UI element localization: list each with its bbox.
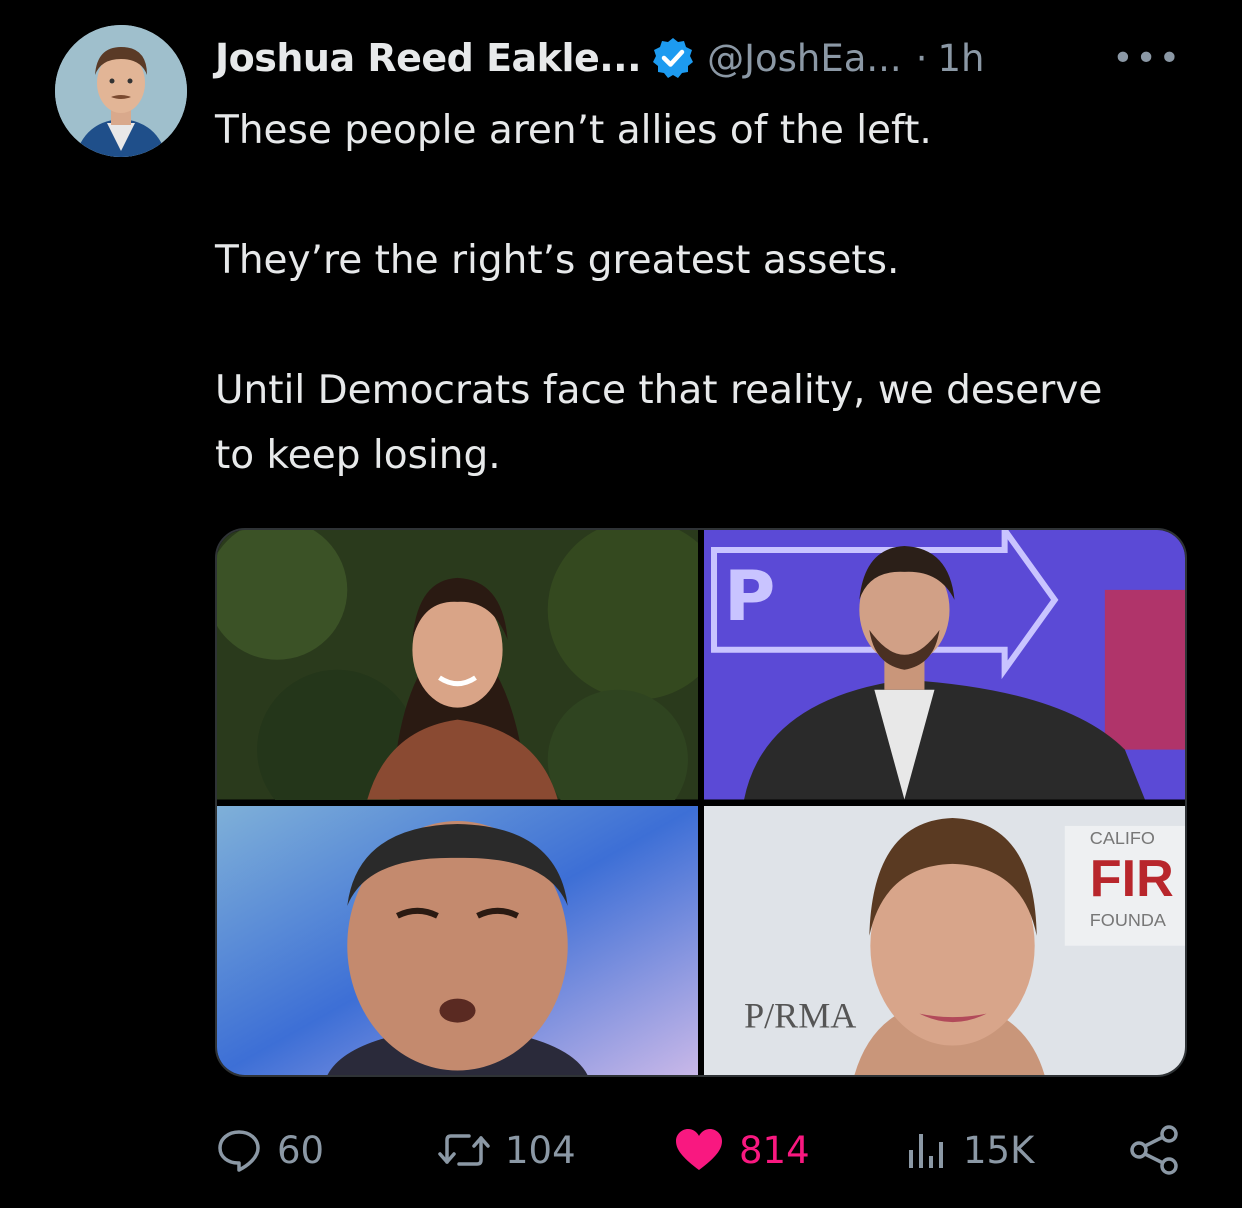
- media-grid: P CALIFO FIR FOUNDA P/RMA: [215, 528, 1187, 1077]
- views-button[interactable]: 15K: [905, 1120, 1034, 1180]
- media-photo-3[interactable]: [217, 805, 698, 1075]
- author-avatar[interactable]: [55, 25, 187, 157]
- backdrop-text-2: FIR: [1090, 849, 1174, 907]
- backdrop-text-1: CALIFO: [1090, 827, 1155, 847]
- tweet-paragraph-2: They’re the right’s greatest assets.: [215, 238, 900, 283]
- tweet-paragraph-1: These people aren’t allies of the left.: [215, 108, 932, 153]
- tweet-header: Joshua Reed Eakle... @JoshEa... · 1h: [215, 30, 1182, 86]
- separator-dot: ·: [915, 36, 928, 80]
- tweet-text: These people aren’t allies of the left. …: [215, 98, 1135, 488]
- share-icon: [1130, 1125, 1178, 1175]
- media-photo-4[interactable]: CALIFO FIR FOUNDA P/RMA: [704, 805, 1185, 1075]
- reply-button[interactable]: 60: [215, 1120, 324, 1180]
- verified-badge-icon[interactable]: [651, 36, 695, 80]
- views-count: 15K: [963, 1128, 1035, 1172]
- views-icon: [909, 1134, 943, 1168]
- backdrop-text-3: FOUNDA: [1090, 909, 1166, 929]
- more-options-icon[interactable]: •••: [1112, 38, 1182, 79]
- share-button[interactable]: [1127, 1120, 1183, 1180]
- heart-icon: [676, 1129, 722, 1170]
- retweet-icon: [438, 1134, 490, 1166]
- retweet-count: 104: [505, 1128, 576, 1172]
- backdrop-sign-text: P: [724, 555, 775, 637]
- like-button[interactable]: 814: [673, 1120, 810, 1180]
- tweet-action-bar: 60 104 814 15K: [215, 1120, 1187, 1180]
- timestamp[interactable]: 1h: [937, 37, 984, 80]
- author-name[interactable]: Joshua Reed Eakle...: [215, 36, 642, 80]
- like-count: 814: [739, 1128, 810, 1172]
- backdrop-text-4: P/RMA: [744, 995, 856, 1035]
- media-photo-1[interactable]: [217, 530, 698, 800]
- tweet-paragraph-3: Until Democrats face that reality, we de…: [215, 368, 1103, 478]
- author-handle[interactable]: @JoshEa...: [707, 37, 902, 80]
- retweet-button[interactable]: 104: [437, 1120, 576, 1180]
- media-photo-2[interactable]: P: [704, 530, 1185, 800]
- reply-icon: [218, 1130, 260, 1172]
- reply-count: 60: [277, 1128, 325, 1172]
